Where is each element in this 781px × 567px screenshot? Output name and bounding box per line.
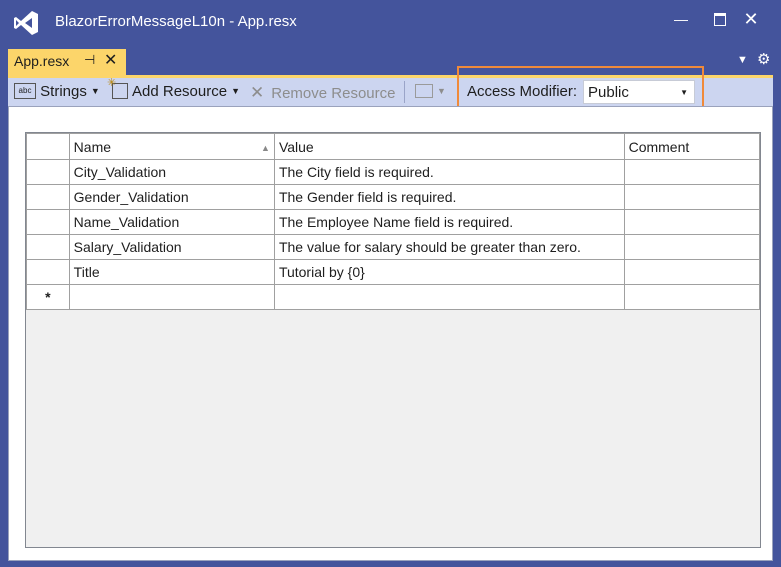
column-header-comment[interactable]: Comment: [623, 133, 760, 160]
value-cell[interactable]: Tutorial by {0}: [273, 259, 625, 285]
row-header[interactable]: [26, 184, 70, 210]
value-cell[interactable]: The value for salary should be greater t…: [273, 234, 625, 260]
minimize-icon: —: [674, 11, 688, 27]
corner-cell[interactable]: [26, 133, 70, 160]
name-cell[interactable]: Title: [68, 259, 275, 285]
table-row[interactable]: City_Validation The City field is requir…: [26, 159, 760, 185]
value-cell[interactable]: The City field is required.: [273, 159, 625, 185]
grid-view-icon: [415, 84, 433, 99]
chevron-down-icon: ▼: [437, 86, 446, 96]
table-row[interactable]: Gender_Validation The Gender field is re…: [26, 184, 760, 210]
name-cell[interactable]: Salary_Validation: [68, 234, 275, 260]
header-row: Name ▲ Value Comment: [26, 133, 760, 160]
add-resource-button[interactable]: ✳ Add Resource ▼: [107, 77, 240, 100]
remove-resource-button[interactable]: ✕ Remove Resource: [250, 83, 395, 103]
row-header[interactable]: [26, 209, 70, 235]
tab-label: App.resx: [14, 53, 70, 69]
new-row-marker[interactable]: *: [26, 284, 70, 310]
name-cell[interactable]: Name_Validation: [68, 209, 275, 235]
new-value-cell[interactable]: [273, 284, 625, 310]
new-name-cell[interactable]: [68, 284, 275, 310]
view-dropdown-button[interactable]: ▼: [415, 83, 446, 100]
tab-app-resx[interactable]: App.resx ⊣ ✕: [8, 49, 126, 75]
sort-ascending-icon: ▲: [261, 142, 270, 153]
toolbar-divider: [404, 81, 405, 103]
strings-dropdown-button[interactable]: abc Strings ▼: [14, 83, 100, 100]
title-bar: BlazorErrorMessageL10n - App.resx — ✕: [0, 0, 781, 44]
name-cell[interactable]: Gender_Validation: [68, 184, 275, 210]
chevron-down-icon: ▼: [231, 86, 240, 96]
value-cell[interactable]: The Gender field is required.: [273, 184, 625, 210]
tab-overflow-dropdown-icon[interactable]: ▼: [737, 54, 748, 66]
window-title: BlazorErrorMessageL10n - App.resx: [55, 13, 297, 30]
gear-icon[interactable]: ⚙: [757, 50, 770, 68]
resource-editor-panel: Name ▲ Value Comment City_Validation The …: [8, 106, 773, 561]
name-cell[interactable]: City_Validation: [68, 159, 275, 185]
row-header[interactable]: [26, 234, 70, 260]
pin-icon[interactable]: ⊣: [84, 52, 95, 68]
comment-cell[interactable]: [623, 184, 760, 210]
resource-grid: Name ▲ Value Comment City_Validation The …: [25, 132, 761, 548]
table-row[interactable]: Title Tutorial by {0}: [26, 259, 760, 285]
chevron-down-icon: ▼: [90, 86, 100, 96]
comment-cell[interactable]: [623, 159, 760, 185]
table-row[interactable]: Name_Validation The Employee Name field …: [26, 209, 760, 235]
new-comment-cell[interactable]: [623, 284, 760, 310]
row-header[interactable]: [26, 259, 70, 285]
table-row[interactable]: Salary_Validation The value for salary s…: [26, 234, 760, 260]
comment-cell[interactable]: [623, 234, 760, 260]
add-resource-label: Add Resource: [132, 83, 228, 100]
column-header-name[interactable]: Name ▲: [68, 133, 275, 160]
row-header[interactable]: [26, 159, 70, 185]
remove-resource-label: Remove Resource: [271, 85, 396, 102]
maximize-icon: [714, 12, 726, 26]
close-window-button[interactable]: ✕: [728, 6, 774, 32]
add-resource-icon: ✳: [107, 77, 128, 100]
comment-cell[interactable]: [623, 259, 760, 285]
new-row[interactable]: *: [26, 284, 760, 310]
visual-studio-logo-icon: [14, 11, 38, 35]
strings-label: Strings: [40, 83, 87, 100]
resource-table: Name ▲ Value Comment City_Validation The …: [26, 133, 760, 310]
tab-close-icon[interactable]: ✕: [104, 50, 117, 70]
strings-icon: abc: [14, 83, 36, 100]
value-cell[interactable]: The Employee Name field is required.: [273, 209, 625, 235]
column-header-value[interactable]: Value: [273, 133, 625, 160]
comment-cell[interactable]: [623, 209, 760, 235]
remove-icon: ✕: [250, 83, 265, 102]
close-icon: ✕: [743, 8, 759, 29]
